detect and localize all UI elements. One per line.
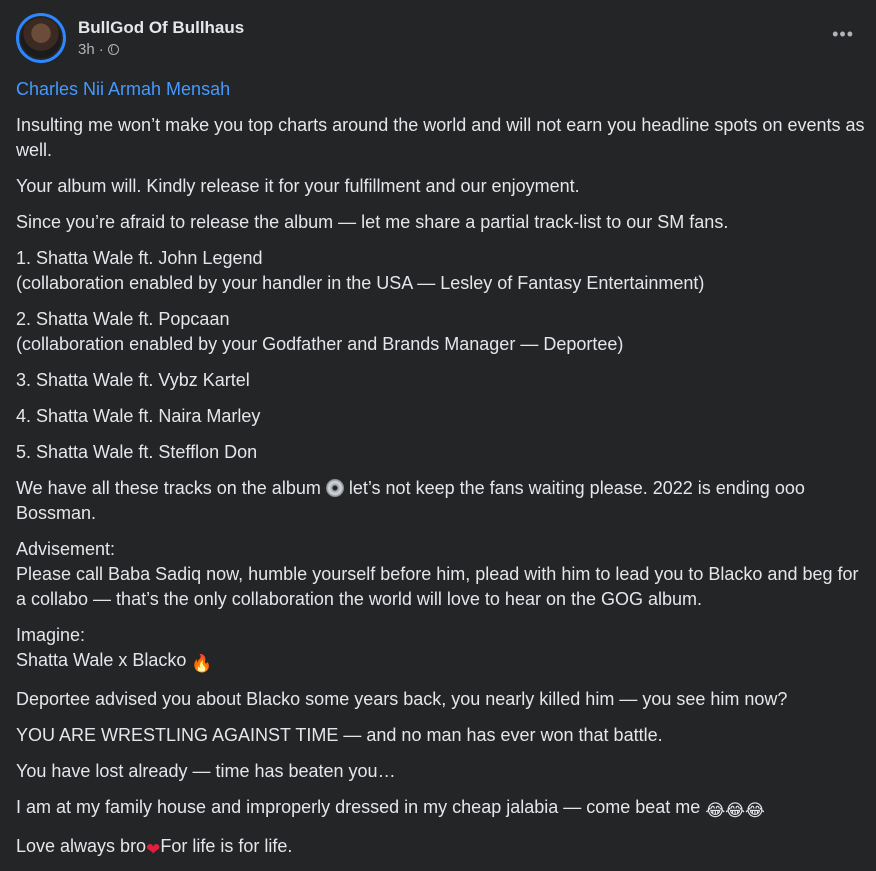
- paragraph-text: We have all these tracks on the album: [16, 478, 321, 498]
- post-time[interactable]: 3h: [78, 40, 95, 60]
- paragraph-text: For life is for life.: [160, 836, 293, 856]
- post-header: BullGod Of Bullhaus 3h ·: [16, 13, 244, 63]
- post-meta: BullGod Of Bullhaus 3h ·: [78, 17, 244, 60]
- avatar-ring[interactable]: [16, 13, 66, 63]
- track-item: 4. Shatta Wale ft. Naira Marley: [16, 406, 261, 426]
- globe-icon: [107, 44, 119, 55]
- mention-link[interactable]: Charles Nii Armah Mensah: [16, 79, 230, 99]
- paragraph: Love always bro❤For life is for life.: [16, 834, 866, 862]
- track-title: 2. Shatta Wale ft. Popcaan: [16, 309, 230, 329]
- track-title: 1. Shatta Wale ft. John Legend: [16, 248, 263, 268]
- fire-icon: 🔥: [191, 654, 213, 673]
- separator-dot: ·: [98, 40, 104, 58]
- post-subline: 3h ·: [78, 40, 244, 60]
- paragraph: YOU ARE WRESTLING AGAINST TIME — and no …: [16, 725, 663, 745]
- cd-icon: [325, 479, 344, 497]
- heart-icon: ❤: [146, 840, 161, 859]
- advisement-title: Advisement:: [16, 539, 116, 559]
- laughing-emoji-icon: 😂😂😂: [705, 801, 765, 820]
- paragraph: Your album will. Kindly release it for y…: [16, 176, 580, 196]
- advisement: Advisement: Please call Baba Sadiq now, h…: [16, 537, 866, 612]
- track-item: 3. Shatta Wale ft. Vybz Kartel: [16, 370, 250, 390]
- post-body: Charles Nii Armah Mensah Insulting me wo…: [16, 77, 866, 871]
- track-item: 2. Shatta Wale ft. Popcaan (collaboration…: [16, 307, 866, 357]
- track-item: 1. Shatta Wale ft. John Legend (collabora…: [16, 246, 866, 296]
- paragraph-text: I am at my family house and improperly d…: [16, 797, 706, 817]
- track-note: (collaboration enabled by your Godfather…: [16, 334, 624, 354]
- imagine: Imagine: Shatta Wale x Blacko 🔥: [16, 623, 866, 676]
- paragraph-text: Love always bro: [16, 836, 147, 856]
- paragraph: We have all these tracks on the album le…: [16, 476, 866, 526]
- imagine-title: Imagine:: [16, 625, 86, 645]
- paragraph: Insulting me won’t make you top charts a…: [16, 115, 865, 160]
- author-name[interactable]: BullGod Of Bullhaus: [78, 17, 244, 39]
- facebook-post: BullGod Of Bullhaus 3h · ••• Charles Nii…: [0, 0, 876, 871]
- track-item: 5. Shatta Wale ft. Stefflon Don: [16, 442, 258, 462]
- paragraph: I am at my family house and improperly d…: [16, 795, 866, 823]
- avatar[interactable]: [19, 16, 63, 60]
- advisement-text: Please call Baba Sadiq now, humble yours…: [16, 564, 859, 609]
- paragraph: Since you’re afraid to release the album…: [16, 212, 729, 232]
- imagine-text: Shatta Wale x Blacko: [16, 650, 192, 670]
- paragraph: You have lost already — time has beaten …: [16, 761, 396, 781]
- more-options-button[interactable]: •••: [832, 24, 854, 45]
- paragraph: Deportee advised you about Blacko some y…: [16, 689, 788, 709]
- track-note: (collaboration enabled by your handler i…: [16, 273, 705, 293]
